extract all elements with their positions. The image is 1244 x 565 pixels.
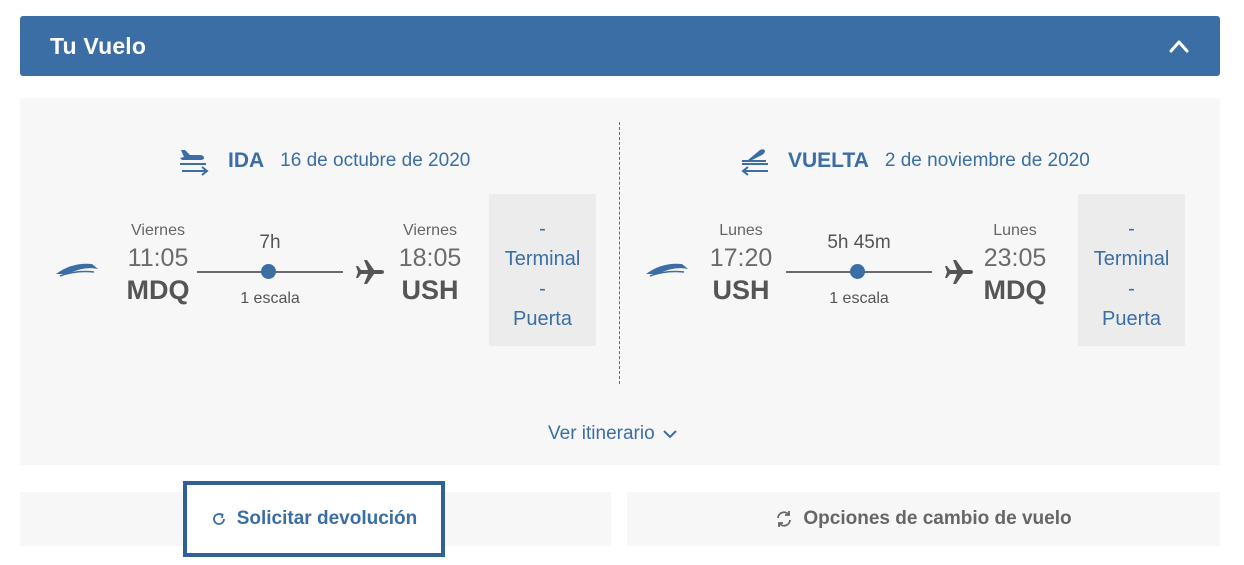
view-itinerary-label: Ver itinerario [548,423,655,444]
flight-duration: 7h [259,232,281,253]
refund-label: Solicitar devolución [236,508,418,529]
return-label: VUELTA [788,149,869,172]
return-route: 5h 45m 1 escala [786,232,932,312]
change-flight-label: Opciones de cambio de vuelo [803,508,1072,529]
departure-day: Lunes [719,222,763,239]
arrival-day: Lunes [993,222,1037,239]
return-origin: Lunes 17:20 USH [696,222,786,306]
terminal-value: - [539,218,546,240]
flight-duration: 5h 45m [827,232,891,253]
arrival-day: Viernes [403,222,457,239]
outbound-header: IDA 16 de octubre de 2020 [178,144,470,178]
plane-takeoff-arrow-left-icon [738,144,772,178]
sync-icon [775,509,793,529]
plane-landing-arrow-right-icon [178,144,212,178]
return-date: 2 de noviembre de 2020 [884,150,1090,171]
destination-airport-code: USH [401,275,459,305]
departure-time: 11:05 [127,244,189,272]
flight-section-header[interactable]: Tu Vuelo [20,16,1220,76]
destination-airport-code: MDQ [983,275,1047,305]
stops-count: 1 escala [829,290,889,307]
gate-value: - [1128,278,1135,300]
departure-day: Viernes [131,222,185,239]
view-itinerary-link[interactable]: Ver itinerario [548,423,677,445]
terminal-label: Terminal [504,248,581,270]
origin-airport-code: USH [712,275,770,305]
stops-count: 1 escala [240,290,300,307]
airline-logo [644,260,690,278]
outbound-date: 16 de octubre de 2020 [280,150,471,171]
terminal-gate-box: - Terminal - Puerta [489,194,596,346]
refresh-icon [211,511,227,527]
return-header: VUELTA 2 de noviembre de 2020 [738,144,1090,178]
outbound-destination: Viernes 18:05 USH [385,222,475,306]
plane-icon [354,256,386,288]
arrival-time: 23:05 [983,244,1047,272]
departure-time: 17:20 [709,244,773,272]
change-flight-button[interactable]: Opciones de cambio de vuelo [627,492,1220,546]
gate-value: - [539,278,546,300]
gate-label: Puerta [513,308,572,330]
airline-logo [54,260,100,278]
refund-button[interactable]: Solicitar devolución [183,481,445,557]
return-leg: VUELTA 2 de noviembre de 2020 Lunes 17:2… [620,98,1220,398]
return-destination: Lunes 23:05 MDQ [970,222,1060,306]
stop-dot [850,264,865,279]
outbound-route: 7h 1 escala [197,232,343,312]
stop-dot [261,264,276,279]
chevron-up-icon[interactable] [1168,35,1190,57]
origin-airport-code: MDQ [126,275,190,305]
chevron-down-icon [662,430,677,439]
terminal-value: - [1128,218,1135,240]
gate-label: Puerta [1102,308,1161,330]
outbound-origin: Viernes 11:05 MDQ [113,222,203,306]
terminal-gate-box: - Terminal - Puerta [1078,194,1185,346]
terminal-label: Terminal [1093,248,1170,270]
arrival-time: 18:05 [398,244,462,272]
flight-details-panel: IDA 16 de octubre de 2020 Viernes 11:05 … [20,98,1220,465]
outbound-label: IDA [228,149,265,172]
outbound-leg: IDA 16 de octubre de 2020 Viernes 11:05 … [20,98,620,398]
section-title: Tu Vuelo [50,32,147,59]
